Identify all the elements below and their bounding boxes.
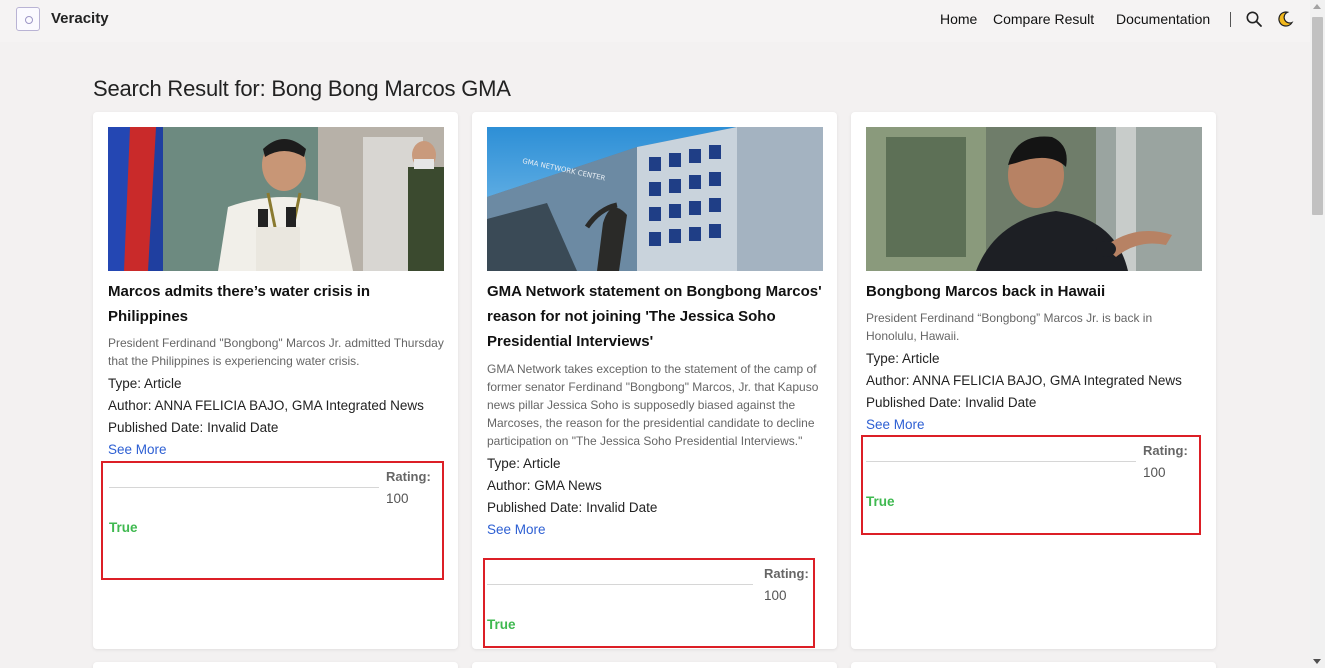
top-navbar: Veracity Home Compare Result Documentati… — [0, 0, 1310, 42]
page-scrollbar[interactable] — [1310, 0, 1325, 668]
result-card — [851, 662, 1216, 668]
rating-label: Rating: — [764, 566, 809, 581]
result-card: Marcos admits there’s water crisis in Ph… — [93, 112, 458, 649]
card-description: President Ferdinand “Bongbong” Marcos Jr… — [866, 311, 1153, 343]
rating-label: Rating: — [1143, 443, 1188, 458]
article-thumbnail[interactable] — [108, 127, 444, 271]
see-more-link[interactable]: See More — [108, 439, 167, 461]
card-published-date: Published Date: Invalid Date — [487, 500, 658, 515]
nav-link-home[interactable]: Home — [940, 11, 977, 27]
article-thumbnail[interactable]: GMA NETWORK CENTER — [487, 127, 823, 271]
scroll-down-arrow-icon[interactable] — [1313, 659, 1321, 664]
card-type: Type: Article — [487, 456, 561, 471]
rating-value: 100 — [386, 491, 409, 506]
brand-name[interactable]: Veracity — [51, 10, 109, 27]
app-logo-icon[interactable] — [16, 7, 40, 31]
card-title[interactable]: Bongbong Marcos back in Hawaii — [866, 279, 1206, 304]
rating-divider — [487, 584, 753, 585]
rating-divider — [866, 461, 1136, 462]
card-body: President Ferdinand "Bongbong" Marcos Jr… — [108, 334, 448, 461]
verdict-badge: True — [866, 494, 895, 509]
scrollbar-thumb[interactable] — [1312, 17, 1323, 215]
card-title[interactable]: Marcos admits there’s water crisis in Ph… — [108, 279, 448, 329]
verdict-badge: True — [487, 617, 516, 632]
verdict-badge: True — [109, 520, 138, 535]
card-type: Type: Article — [108, 376, 182, 391]
rating-label: Rating: — [386, 469, 431, 484]
article-thumbnail[interactable] — [866, 127, 1202, 271]
page-title: Search Result for: Bong Bong Marcos GMA — [93, 76, 511, 101]
result-card — [93, 662, 458, 668]
see-more-link[interactable]: See More — [866, 414, 925, 436]
card-published-date: Published Date: Invalid Date — [866, 395, 1037, 410]
card-description: GMA Network takes exception to the state… — [487, 362, 819, 448]
rating-panel: Rating: 100 True — [483, 558, 815, 648]
search-icon[interactable] — [1245, 10, 1263, 28]
nav-link-compare-result[interactable]: Compare Result — [993, 11, 1094, 27]
rating-value: 100 — [1143, 465, 1166, 480]
card-published-date: Published Date: Invalid Date — [108, 420, 279, 435]
see-more-link[interactable]: See More — [487, 519, 546, 541]
card-type: Type: Article — [866, 351, 940, 366]
nav-link-documentation[interactable]: Documentation — [1116, 11, 1210, 27]
card-body: President Ferdinand “Bongbong” Marcos Jr… — [866, 309, 1206, 436]
result-card: Bongbong Marcos back in Hawaii President… — [851, 112, 1216, 649]
card-author: Author: ANNA FELICIA BAJO, GMA Integrate… — [108, 398, 424, 413]
result-card — [472, 662, 837, 668]
rating-panel: Rating: 100 True — [861, 435, 1201, 535]
moon-icon[interactable] — [1276, 10, 1294, 28]
card-author: Author: GMA News — [487, 478, 602, 493]
card-description: President Ferdinand "Bongbong" Marcos Jr… — [108, 336, 444, 368]
rating-panel: Rating: 100 True — [101, 461, 444, 580]
nav-divider — [1230, 12, 1231, 27]
scroll-up-arrow-icon[interactable] — [1313, 4, 1321, 9]
rating-divider — [109, 487, 379, 488]
card-title[interactable]: GMA Network statement on Bongbong Marcos… — [487, 279, 827, 354]
rating-value: 100 — [764, 588, 787, 603]
card-author: Author: ANNA FELICIA BAJO, GMA Integrate… — [866, 373, 1182, 388]
result-card: GMA NETWORK CENTER GMA Network statement… — [472, 112, 837, 649]
card-body: GMA Network takes exception to the state… — [487, 360, 827, 541]
